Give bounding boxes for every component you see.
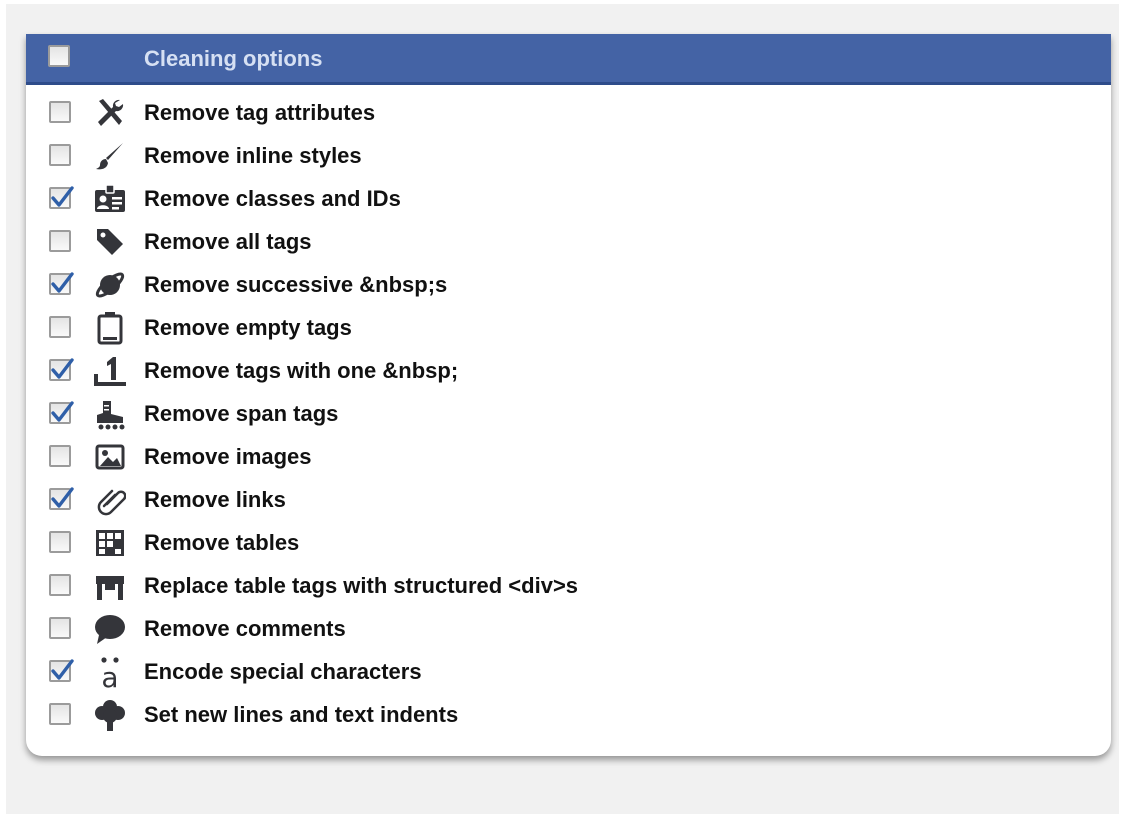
speech-bubble-icon [92,611,128,647]
option-label: Remove tag attributes [144,100,376,125]
id-card-icon [92,181,128,217]
option-row[interactable]: Remove classes and IDs [26,178,1111,221]
option-row[interactable]: a Encode special characters [26,651,1111,694]
option-label: Remove images [144,444,312,469]
option-label: Encode special characters [144,659,422,684]
option-row[interactable]: Replace table tags with structured <div>… [26,565,1111,608]
option-checkbox[interactable] [49,101,71,123]
option-checkbox[interactable] [49,659,74,682]
select-all-checkbox[interactable] [48,45,70,67]
options-list: Remove tag attributes Remove inline style… [26,92,1111,737]
option-label: Remove inline styles [144,143,362,168]
cleaning-options-panel: Cleaning options Remove tag attributes Re… [26,34,1111,756]
planet-icon [92,267,128,303]
option-label: Remove empty tags [144,315,352,340]
option-row[interactable]: Remove inline styles [26,135,1111,178]
tree-icon [92,697,128,733]
option-row[interactable]: Remove tags with one &nbsp; [26,350,1111,393]
option-row[interactable]: Remove all tags [26,221,1111,264]
option-label: Remove tags with one &nbsp; [144,358,459,383]
check-mark-icon [51,401,74,422]
option-label: Remove span tags [144,401,339,426]
option-row[interactable]: Remove empty tags [26,307,1111,350]
option-checkbox[interactable] [49,272,74,295]
tag-icon [92,224,128,260]
option-checkbox[interactable] [49,358,74,381]
option-row[interactable]: Set new lines and text indents [26,694,1111,737]
option-label: Remove classes and IDs [144,186,401,211]
panel-title: Cleaning options [144,46,323,71]
option-label: Set new lines and text indents [144,702,459,727]
panel-header: Cleaning options [26,34,1111,85]
check-mark-icon [51,186,74,207]
option-label: Remove comments [144,616,346,641]
check-mark-icon [51,358,74,379]
option-checkbox[interactable] [49,445,71,467]
check-mark-icon [51,659,74,680]
link-icon [92,482,128,518]
option-checkbox[interactable] [49,487,74,510]
option-label: Remove tables [144,530,300,555]
image-icon [92,439,128,475]
option-checkbox[interactable] [49,401,74,424]
option-row[interactable]: Remove tables [26,522,1111,565]
option-row[interactable]: Remove images [26,436,1111,479]
table-icon [92,525,128,561]
option-checkbox[interactable] [49,574,71,596]
option-label: Remove links [144,487,286,512]
option-row[interactable]: Remove links [26,479,1111,522]
option-checkbox[interactable] [49,186,74,209]
a-umlaut-icon: a [92,654,128,690]
option-checkbox[interactable] [49,703,71,725]
option-checkbox[interactable] [49,617,71,639]
option-checkbox[interactable] [49,230,71,252]
battery-empty-icon [92,310,128,346]
option-row[interactable]: Remove span tags [26,393,1111,436]
option-checkbox[interactable] [49,316,71,338]
roller-skate-icon [92,396,128,432]
option-label: Remove successive &nbsp;s [144,272,448,297]
svg-text:a: a [101,661,118,689]
furniture-table-icon [92,568,128,604]
option-row[interactable]: Remove comments [26,608,1111,651]
option-label: Replace table tags with structured <div>… [144,573,579,598]
check-mark-icon [51,272,74,293]
option-row[interactable]: Remove successive &nbsp;s [26,264,1111,307]
check-mark-icon [51,487,74,508]
option-checkbox[interactable] [49,144,71,166]
option-checkbox[interactable] [49,531,71,553]
option-row[interactable]: Remove tag attributes [26,92,1111,135]
option-label: Remove all tags [144,229,312,254]
tools-icon [92,95,128,131]
brush-icon [92,138,128,174]
number-one-icon [92,353,128,389]
